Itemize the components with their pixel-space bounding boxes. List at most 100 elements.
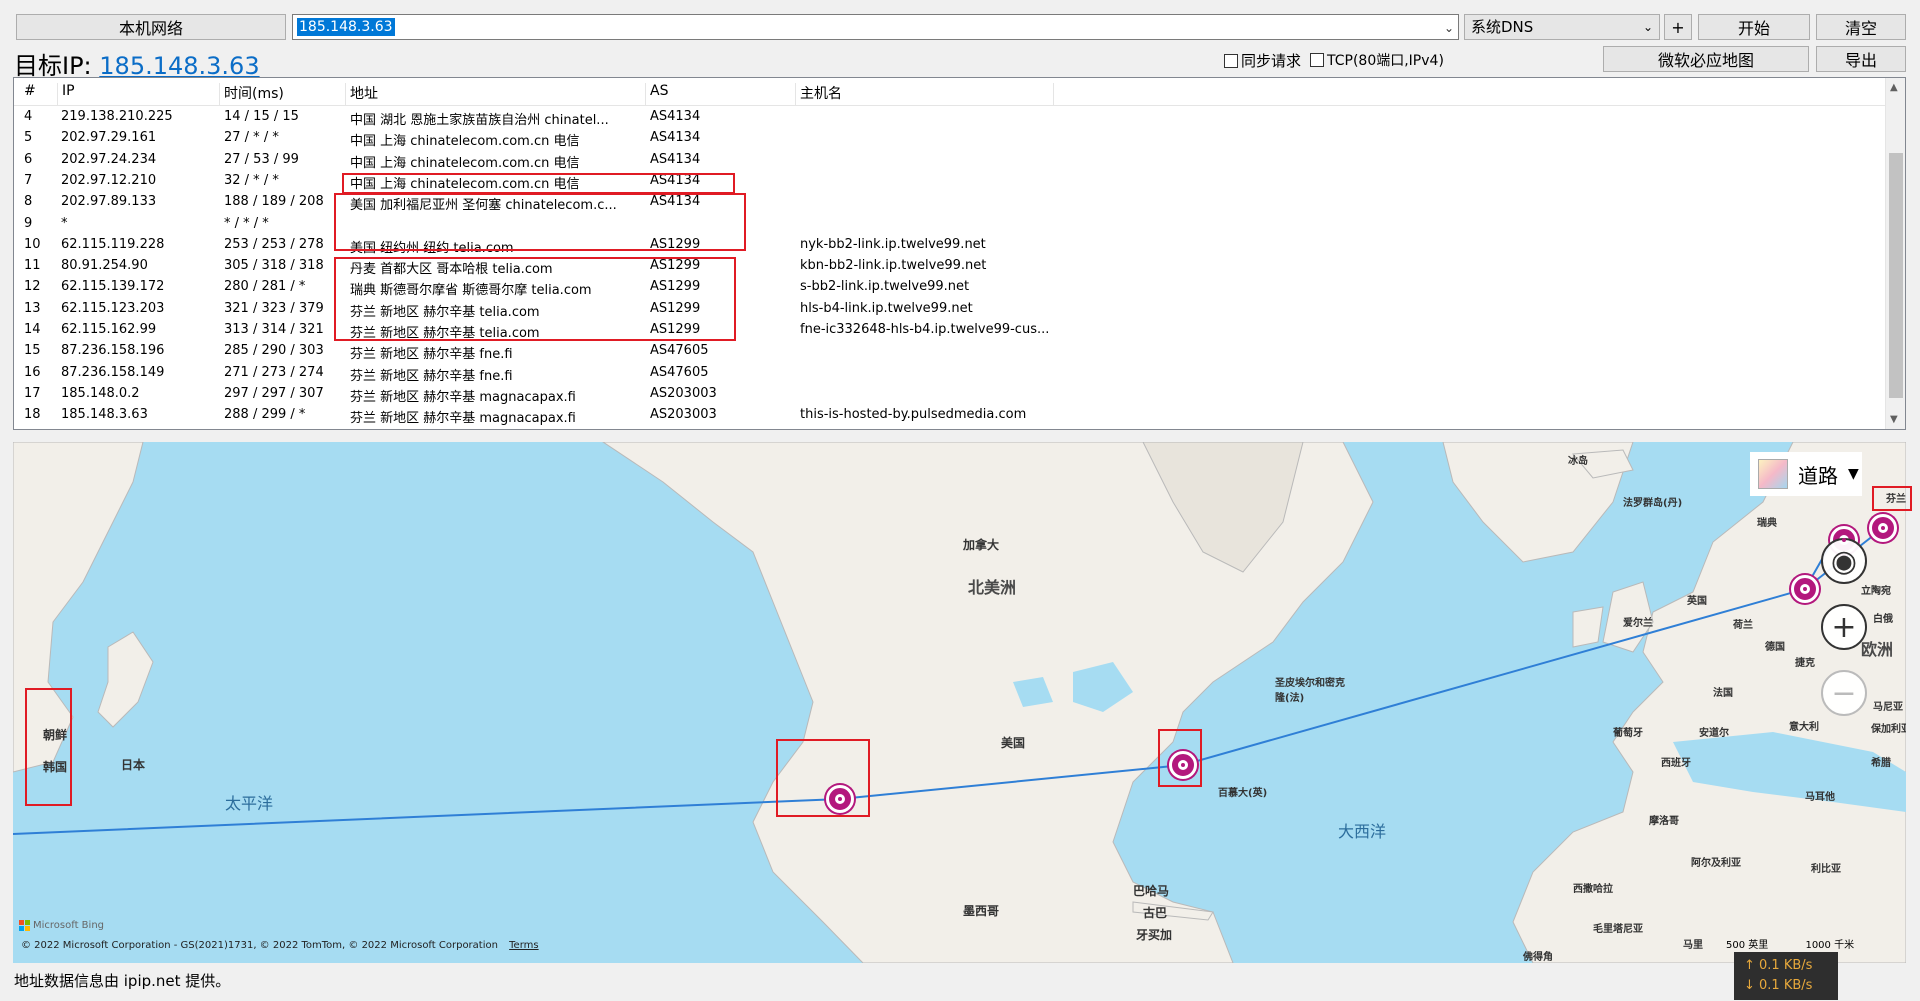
table-row[interactable]: 9 * * / * / * [14,214,1886,235]
cell-address: 中国 上海 chinatelecom.com.cn 电信 [350,134,580,150]
target-ip-input-text[interactable]: 185.148.3.63 [297,18,395,36]
table-row[interactable]: 10 62.115.119.228 253 / 253 / 278 美国 纽约州 纽约… [14,235,1886,256]
map-label-uk: 英国 [1687,596,1707,607]
map-label-europe: 欧洲 [1861,640,1894,659]
map-label-cuba: 古巴 [1143,906,1168,920]
hop-pin-helsinki[interactable] [1869,514,1897,542]
cell-ip: 87.236.158.196 [61,343,165,359]
map-label-japan: 日本 [121,758,146,772]
locate-me-button[interactable]: ◉ [1821,538,1867,584]
map-label-spm: 圣皮埃尔和密克隆(法) [1275,678,1345,704]
cell-ip: 87.236.158.149 [61,364,165,380]
map-label-jamaica: 牙买加 [1136,928,1173,942]
add-button[interactable]: + [1664,14,1692,40]
map-label-spain: 西班牙 [1661,758,1691,769]
cell-address: 中国 湖北 恩施土家族苗族自治州 chinatel... [350,113,609,128]
col-header-hostname[interactable]: 主机名 [796,83,1054,105]
scrollbar-thumb[interactable] [1889,153,1903,398]
checkbox-box[interactable] [1224,53,1238,68]
col-header-ip[interactable]: IP [58,83,220,105]
hop-table[interactable]: # IP 时间(ms) 地址 AS 主机名 4 219.138.210.225 14… [13,77,1906,430]
map-label-malta: 马耳他 [1805,792,1835,803]
zoom-in-button[interactable]: + [1821,604,1867,650]
cell-ip: * [61,215,68,231]
plus-icon: + [1831,609,1857,645]
cell-address: 芬兰 新地区 赫尔辛基 fne.fi [350,347,513,363]
cell-hostname: this-is-hosted-by.pulsedmedia.com [800,407,1027,423]
highlight-box [342,173,735,194]
cell-num: 7 [24,172,33,188]
tcp-checkbox[interactable]: TCP(80端口,IPv4) [1310,50,1444,70]
col-header-time[interactable]: 时间(ms) [220,83,346,105]
tcp-label: TCP(80端口,IPv4) [1327,53,1444,69]
route-map[interactable]: 加拿大 北美洲 美国 太平洋 大西洋 日本 韩国 朝鲜 墨西哥 巴哈马 古巴 牙… [13,442,1906,963]
local-network-button[interactable]: 本机网络 [16,14,286,40]
table-scrollbar[interactable]: ▲ ▼ [1885,78,1905,429]
bing-map-button[interactable]: 微软必应地图 [1603,46,1809,72]
table-row[interactable]: 12 62.115.139.172 280 / 281 / * 瑞典 斯德哥尔摩省 斯… [14,277,1886,298]
table-row[interactable]: 6 202.97.24.234 27 / 53 / 99 中国 上海 chinatel… [14,150,1886,171]
bing-logo: Microsoft Bing [19,920,104,931]
col-header-as[interactable]: AS [646,83,796,105]
cell-ip: 202.97.24.234 [61,151,157,167]
bing-logo-text: Microsoft Bing [33,920,105,931]
map-land [13,442,1906,963]
table-row[interactable]: 15 87.236.158.196 285 / 290 / 303 芬兰 新地区 赫尔… [14,341,1886,362]
table-row[interactable]: 16 87.236.158.149 271 / 273 / 274 芬兰 新地区 赫尔… [14,363,1886,384]
table-row[interactable]: 13 62.115.123.203 321 / 323 / 379 芬兰 新地区 赫尔… [14,299,1886,320]
clear-button[interactable]: 清空 [1816,14,1906,40]
cell-ip: 62.115.139.172 [61,279,165,295]
cell-num: 6 [24,151,33,167]
start-button[interactable]: 开始 [1698,14,1810,40]
terms-link[interactable]: Terms [509,940,538,951]
highlight-box [1872,486,1912,511]
table-row[interactable]: 17 185.148.0.2 297 / 297 / 307 芬兰 新地区 赫尔辛基 … [14,384,1886,405]
col-header-address[interactable]: 地址 [346,83,646,105]
table-row[interactable]: 18 185.148.3.63 288 / 299 / * 芬兰 新地区 赫尔辛基 m… [14,405,1886,426]
map-style-selector[interactable]: 道路 ▼ [1750,452,1862,496]
map-label-italy: 意大利 [1789,722,1819,733]
scroll-up-icon[interactable]: ▲ [1890,82,1898,93]
map-scale: 500 英里 1000 千米 [1726,936,1854,951]
target-ip-combobox[interactable]: 185.148.3.63 ⌄ [292,14,1459,40]
cell-num: 4 [24,109,33,124]
dns-select[interactable]: 系统DNS ⌄ [1464,14,1660,40]
map-label-greece: 希腊 [1871,758,1891,769]
checkbox-box[interactable] [1310,53,1324,67]
cell-time: 32 / * / * [224,172,279,188]
sync-request-checkbox[interactable]: 同步请求 [1224,50,1301,71]
map-label-algeria: 阿尔及利亚 [1691,858,1741,869]
cell-num: 12 [24,279,41,295]
hop-pin-copenhagen[interactable] [1791,575,1819,603]
table-row[interactable]: 5 202.97.29.161 27 / * / * 中国 上海 chinatelec… [14,128,1886,149]
map-label-france: 法国 [1713,688,1733,699]
cell-time: 297 / 297 / 307 [224,385,324,401]
cell-hostname: fne-ic332648-hls-b4.ip.twelve99-cus... [800,322,1050,337]
scroll-down-icon[interactable]: ▼ [1890,414,1898,425]
cell-num: 13 [24,300,41,316]
table-row[interactable]: 4 219.138.210.225 14 / 15 / 15 中国 湖北 恩施土家族苗… [14,107,1886,128]
microsoft-logo-icon [19,920,30,931]
cell-time: 27 / * / * [224,130,279,146]
cell-num: 5 [24,130,33,146]
export-button[interactable]: 导出 [1816,46,1906,72]
table-row[interactable]: 11 80.91.254.90 305 / 318 / 318 丹麦 首都大区 哥本哈… [14,256,1886,277]
zoom-out-button[interactable]: − [1821,670,1867,716]
caret-down-icon: ▼ [1848,466,1859,482]
cell-ip: 202.97.29.161 [61,130,157,146]
map-label-ireland: 爱尔兰 [1623,618,1653,629]
minus-icon: − [1831,675,1857,711]
col-header-num[interactable]: # [20,83,58,105]
target-ip-link[interactable]: 185.148.3.63 [99,52,259,80]
table-row[interactable]: 14 62.115.162.99 313 / 314 / 321 芬兰 新地区 赫尔辛… [14,320,1886,341]
map-label-portugal: 葡萄牙 [1613,728,1643,739]
table-row[interactable]: 8 202.97.89.133 188 / 189 / 208 美国 加利福尼亚州 圣… [14,192,1886,213]
scale-miles: 500 英里 [1726,940,1769,951]
highlight-box [776,739,870,817]
chevron-down-icon[interactable]: ⌄ [1444,21,1454,35]
sync-request-label: 同步请求 [1241,52,1302,70]
dns-select-value: 系统DNS [1471,18,1534,36]
table-row[interactable]: 7 202.97.12.210 32 / * / * 中国 上海 chinatelec… [14,171,1886,192]
cell-address: 中国 上海 chinatelecom.com.cn 电信 [350,155,580,171]
cell-hostname: s-bb2-link.ip.twelve99.net [800,279,970,295]
